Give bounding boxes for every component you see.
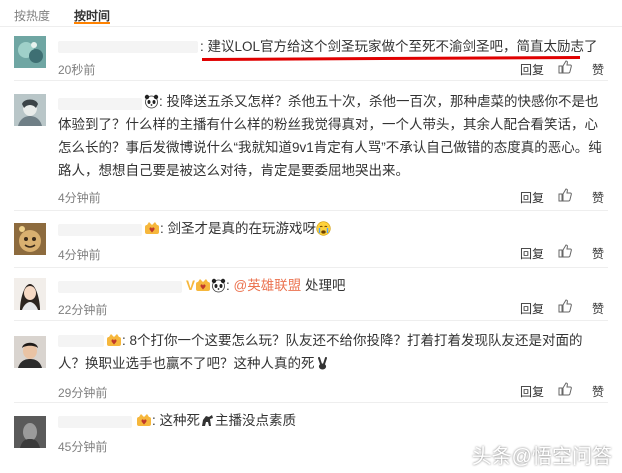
comment-item: ♥: 8个打你一个这要怎么玩？队友还不给你投降？打着打着发现队友还是对面的人？换… xyxy=(0,322,622,403)
comment-text: ♥ : 剑圣才是真的在玩游戏呀 xyxy=(144,217,602,240)
svg-text:♥: ♥ xyxy=(200,284,206,292)
comment-body: : 剑圣才是真的在玩游戏呀 xyxy=(160,221,317,236)
comment-time: 29分钟前 xyxy=(58,386,108,400)
comment-time: 4分钟前 xyxy=(58,191,101,205)
reply-button[interactable]: 回复 xyxy=(520,300,544,317)
sort-bar: 按热度 按时间 xyxy=(0,0,622,26)
avatar[interactable] xyxy=(14,416,46,448)
comment-body-suffix: 主播没点素质 xyxy=(215,413,297,428)
comment-text: : 投降送五杀又怎样？杀他五十次，杀他一百次，那种虐菜的快感你不是也体验到了？什… xyxy=(58,90,602,182)
panda-emoji-icon xyxy=(144,94,159,109)
active-tab-indicator xyxy=(74,22,110,24)
crown-badge-icon: ♥ xyxy=(107,334,121,347)
thumbs-up-icon[interactable] xyxy=(558,382,572,396)
like-button[interactable]: 赞 xyxy=(592,383,604,400)
comment-divider xyxy=(14,402,608,403)
victory-hand-icon xyxy=(317,357,327,370)
avatar[interactable] xyxy=(14,94,46,126)
avatar[interactable] xyxy=(14,278,46,310)
comment-text: V ♥: @英雄联盟 处理吧 xyxy=(186,274,602,297)
avatar[interactable] xyxy=(14,36,46,68)
thumbs-up-icon[interactable] xyxy=(558,299,572,313)
username-redacted[interactable] xyxy=(58,416,132,428)
thumbs-up-icon[interactable] xyxy=(558,188,572,202)
username-redacted[interactable] xyxy=(58,41,198,53)
avatar[interactable] xyxy=(14,336,46,368)
thumbs-up-icon[interactable] xyxy=(558,244,572,258)
comment-item: ♥ : 剑圣才是真的在玩游戏呀 4分钟前 回复 赞 xyxy=(0,212,622,268)
sort-by-hot-tab[interactable]: 按热度 xyxy=(14,7,50,24)
crown-badge-icon: ♥ xyxy=(137,414,151,427)
like-button[interactable]: 赞 xyxy=(592,300,604,317)
like-button[interactable]: 赞 xyxy=(592,61,604,78)
comment-divider xyxy=(14,210,608,211)
comment-item: : 投降送五杀又怎样？杀他五十次，杀他一百次，那种虐菜的快感你不是也体验到了？什… xyxy=(0,82,622,211)
comment-body-prefix: : xyxy=(226,278,230,293)
username-redacted[interactable] xyxy=(58,224,142,236)
reply-button[interactable]: 回复 xyxy=(520,189,544,206)
comment-time: 22分钟前 xyxy=(58,303,108,317)
svg-text:♥: ♥ xyxy=(149,227,155,235)
comment-divider xyxy=(14,80,608,81)
comment-item: V ♥: @英雄联盟 处理吧 22分钟前 回复 赞 xyxy=(0,269,622,321)
mention-link[interactable]: @英雄联盟 xyxy=(234,278,302,293)
reply-button[interactable]: 回复 xyxy=(520,245,544,262)
horse-emoji-icon xyxy=(202,415,214,426)
watermark: 头条@悟空问答 xyxy=(471,446,612,468)
like-button[interactable]: 赞 xyxy=(592,189,604,206)
svg-text:♥: ♥ xyxy=(111,339,117,347)
reply-button[interactable]: 回复 xyxy=(520,383,544,400)
comment-divider xyxy=(14,320,608,321)
comment-time: 4分钟前 xyxy=(58,248,101,262)
panda-emoji-icon xyxy=(211,278,226,293)
comment-item: : 建议LOL官方给这个剑圣玩家做个至死不渝剑圣吧，简直太励志了 20秒前 回复… xyxy=(0,27,622,81)
crown-badge-icon: ♥ xyxy=(145,222,159,235)
comment-body: : 投降送五杀又怎样？杀他五十次，杀他一百次，那种虐菜的快感你不是也体验到了？什… xyxy=(58,94,602,178)
comment-time: 45分钟前 xyxy=(58,440,108,454)
comment-text: : 建议LOL官方给这个剑圣玩家做个至死不渝剑圣吧，简直太励志了 xyxy=(200,39,598,54)
svg-text:♥: ♥ xyxy=(141,419,147,427)
comment-divider xyxy=(14,267,608,268)
avatar[interactable] xyxy=(14,223,46,255)
comment-text: ♥: 8个打你一个这要怎么玩？队友还不给你投降？打着打着发现队友还是对面的人？换… xyxy=(58,329,602,375)
crying-emoji-icon xyxy=(316,221,331,236)
comment-time: 20秒前 xyxy=(58,63,96,77)
username-redacted[interactable] xyxy=(58,281,182,293)
thumbs-up-icon[interactable] xyxy=(558,60,572,74)
comment-body: : 这种死 xyxy=(152,413,201,428)
comment-text: ♥ : 这种死 主播没点素质 xyxy=(136,409,602,432)
like-button[interactable]: 赞 xyxy=(592,245,604,262)
comment-body: 处理吧 xyxy=(305,278,346,293)
crown-badge-icon: ♥ xyxy=(196,279,211,292)
reply-button[interactable]: 回复 xyxy=(520,61,544,78)
vip-v-icon: V xyxy=(186,278,196,293)
